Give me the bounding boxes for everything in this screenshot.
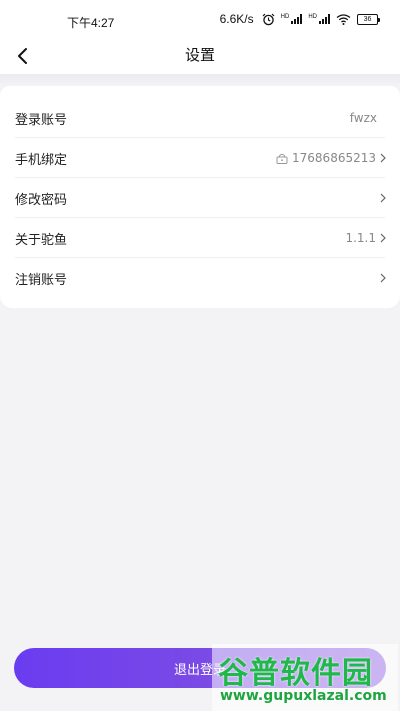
signal-1-icon: HD [281,14,303,24]
signal-2-icon: HD [308,14,330,24]
settings-item-label: 修改密码 [15,192,68,208]
chevron-right-icon [380,233,386,243]
settings-item-value: fwzx [349,111,377,125]
settings-item-about[interactable]: 关于驼鱼 1.1.1 [0,218,400,258]
battery-icon: 36 [357,13,380,25]
settings-item-label: 手机绑定 [15,152,68,168]
nav-header: 设置 [0,38,400,74]
settings-item-label: 注销账号 [15,272,68,288]
watermark-url: www.gupuxlazal.com [220,688,387,704]
watermark-logo: 谷普软件园 [218,656,373,691]
settings-item-change-password[interactable]: 修改密码 [0,178,400,218]
alarm-icon [262,13,275,25]
status-icons: 6.6K/s HD HD 36 [219,12,380,26]
page-title: 设置 [184,46,215,64]
settings-item-value: 17686865213 [292,151,376,165]
settings-list: 登录账号 fwzx 手机绑定 17686865213 修改密码 关于驼鱼 1.1… [0,86,400,308]
settings-item-phone-binding[interactable]: 手机绑定 17686865213 [0,138,400,178]
settings-item-delete-account[interactable]: 注销账号 [0,258,400,298]
chevron-right-icon [380,153,386,163]
network-speed: 6.6K/s [219,12,254,26]
status-time: 下午4:27 [67,16,115,30]
wifi-icon [336,13,351,25]
settings-item-value-group: 17686865213 [276,151,376,165]
lock-icon [276,153,288,164]
settings-item-value: 1.1.1 [345,231,376,245]
status-bar: 下午4:27 6.6K/s HD HD 36 [0,0,400,38]
settings-item-login-account[interactable]: 登录账号 fwzx [0,98,400,138]
watermark: 谷普软件园 www.gupuxlazal.com [212,644,398,711]
settings-item-label: 登录账号 [15,112,68,128]
chevron-right-icon [380,273,386,283]
settings-item-label: 关于驼鱼 [15,232,68,248]
chevron-right-icon [380,193,386,203]
header-divider [0,74,400,86]
